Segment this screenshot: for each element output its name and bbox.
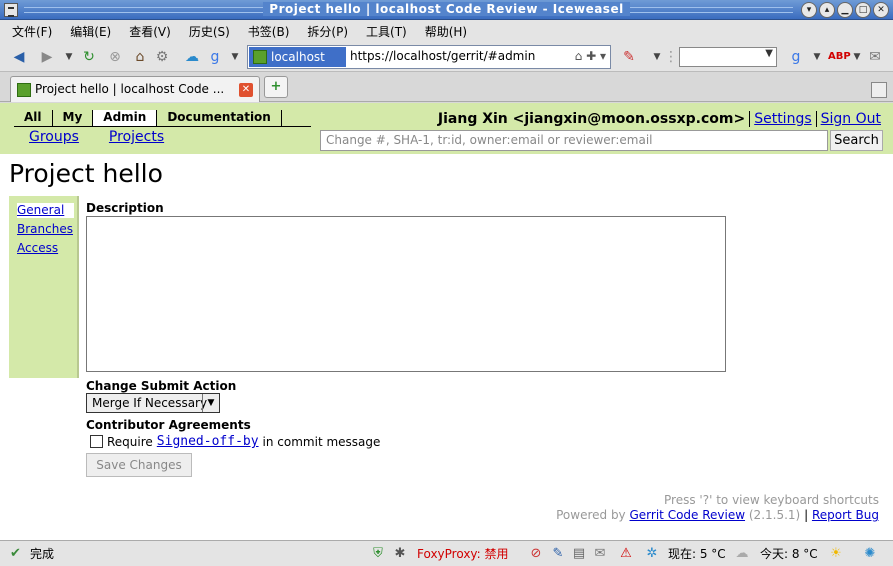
menu-view[interactable]: 查看(V): [129, 23, 171, 40]
sub-menu: Groups Projects: [29, 129, 164, 145]
home-icon[interactable]: ⌂: [131, 48, 149, 66]
tab-project-hello[interactable]: Project hello | localhost Code ... ✕: [10, 76, 260, 102]
tab-list-icon[interactable]: [871, 82, 887, 98]
menu-bar: 文件(F) 编辑(E) 查看(V) 历史(S) 书签(B) 拆分(P) 工具(T…: [0, 20, 893, 42]
menu-history[interactable]: 历史(S): [189, 23, 230, 40]
window-titlebar[interactable]: Project hello | localhost Code Review - …: [0, 0, 893, 20]
top-menu: All My Admin Documentation: [14, 110, 282, 126]
addon-icon[interactable]: ⚙: [153, 48, 171, 66]
submit-action-label: Change Submit Action: [86, 379, 237, 393]
menu-tools[interactable]: 工具(T): [366, 23, 407, 40]
sign-out-link[interactable]: Sign Out: [821, 111, 881, 127]
sun-icon: ☀: [830, 546, 842, 561]
tab-favicon-icon: [17, 83, 31, 97]
dragonfly-icon[interactable]: ✺: [862, 546, 878, 562]
require-signed-off-row: Require Signed-off-by in commit message: [90, 434, 380, 449]
url-bar[interactable]: localhost https://localhost/gerrit/#admi…: [247, 45, 611, 69]
page-title: Project hello: [9, 159, 163, 188]
report-bug-link[interactable]: Report Bug: [812, 508, 879, 522]
close-icon[interactable]: ✕: [873, 2, 889, 18]
status-bar: ✔ 完成 ⛨ ✱ FoxyProxy: 禁用 ⊘ ✎ ▤ ✉ ⚠ ✲ 现在: 5…: [0, 540, 893, 566]
feed-icon[interactable]: ✎: [620, 48, 638, 66]
signed-off-by-link[interactable]: Signed-off-by: [157, 434, 259, 449]
menu-bookmarks[interactable]: 书签(B): [248, 23, 290, 40]
require-signed-off-checkbox[interactable]: [90, 435, 103, 448]
submenu-groups[interactable]: Groups: [29, 129, 79, 145]
browser-search-input[interactable]: ▼: [679, 47, 777, 67]
topmenu-documentation[interactable]: Documentation: [157, 110, 282, 126]
stop-icon[interactable]: ⊗: [106, 48, 124, 66]
user-info: Jiang Xin <jiangxin@moon.ossxp.com> Sett…: [438, 111, 881, 127]
divider: [749, 111, 751, 127]
site-identity-button[interactable]: localhost: [249, 47, 346, 67]
page-icon[interactable]: ▤: [571, 546, 587, 562]
sidenav-access[interactable]: Access: [17, 241, 74, 256]
page-content: All My Admin Documentation Groups Projec…: [0, 103, 893, 540]
back-icon[interactable]: ◀: [10, 48, 28, 66]
google-dropdown-icon[interactable]: ▼: [226, 48, 244, 66]
mail-status-icon[interactable]: ✉: [592, 546, 608, 562]
adblock-dropdown-icon[interactable]: ▼: [848, 48, 866, 66]
new-tab-icon[interactable]: +: [264, 76, 288, 98]
menu-edit[interactable]: 编辑(E): [70, 23, 111, 40]
window-title: Project hello | localhost Code Review - …: [0, 2, 893, 16]
search-button[interactable]: Search: [830, 130, 883, 151]
cloud-sun-icon: ☁: [735, 546, 749, 561]
weather-now[interactable]: 现在: 5 °C: [668, 545, 726, 562]
topmenu-admin[interactable]: Admin: [93, 110, 158, 126]
change-search-input[interactable]: Change #, SHA-1, tr:id, owner:email or r…: [320, 130, 828, 151]
page-footer: Press '?' to view keyboard shortcuts Pow…: [556, 493, 879, 522]
reload-icon[interactable]: ↻: [80, 48, 98, 66]
description-textarea[interactable]: [86, 216, 726, 372]
gerrit-code-review-link[interactable]: Gerrit Code Review: [630, 508, 746, 522]
url-bar-icons[interactable]: ⌂ ✚ ▾: [575, 49, 606, 63]
status-done-icon: ✔: [10, 546, 21, 561]
submit-action-select[interactable]: Merge If Necessary ▼: [86, 393, 220, 413]
description-label: Description: [86, 201, 164, 215]
settings-link[interactable]: Settings: [754, 111, 811, 127]
maximize-icon[interactable]: □: [855, 2, 871, 18]
status-text: 完成: [30, 547, 55, 561]
history-dropdown-icon[interactable]: ▼: [60, 48, 78, 66]
adblock-icon[interactable]: ABP: [828, 48, 851, 66]
url-input[interactable]: https://localhost/gerrit/#admin: [350, 49, 545, 63]
sidenav-general[interactable]: General: [17, 203, 75, 218]
minimize-icon[interactable]: ▁: [837, 2, 853, 18]
chevron-down-icon: ▼: [202, 394, 219, 412]
search-engine-icon[interactable]: g: [787, 48, 805, 66]
menu-file[interactable]: 文件(F): [12, 23, 52, 40]
shade-icon[interactable]: ▾: [801, 2, 817, 18]
network-icon[interactable]: ✲: [644, 546, 660, 562]
tab-close-icon[interactable]: ✕: [239, 83, 253, 97]
forward-icon[interactable]: ▶: [38, 48, 56, 66]
divider: [815, 111, 817, 127]
menu-split[interactable]: 拆分(P): [307, 23, 348, 40]
google-icon[interactable]: g: [206, 48, 224, 66]
weather-today[interactable]: 今天: 8 °C: [760, 545, 818, 562]
block-icon[interactable]: ⊘: [528, 546, 544, 562]
topmenu-all[interactable]: All: [14, 110, 53, 126]
resize-handle-icon[interactable]: ⋮: [662, 48, 680, 66]
bug-icon[interactable]: ✱: [392, 546, 408, 562]
topmenu-my[interactable]: My: [53, 110, 94, 126]
submenu-projects[interactable]: Projects: [109, 129, 164, 145]
unshade-icon[interactable]: ▴: [819, 2, 835, 18]
admin-sidenav: General Branches Access: [17, 203, 75, 260]
save-changes-button[interactable]: Save Changes: [86, 453, 192, 477]
topmenu-divider: [14, 126, 311, 127]
cloud-icon[interactable]: ☁: [183, 48, 201, 66]
user-name: Jiang Xin <jiangxin@moon.ossxp.com>: [437, 111, 746, 127]
menu-help[interactable]: 帮助(H): [425, 23, 467, 40]
shield-icon[interactable]: ⛨: [370, 546, 386, 562]
site-favicon-icon: [253, 50, 267, 64]
mail-icon[interactable]: ✉: [866, 48, 884, 66]
shortcuts-hint: Press '?' to view keyboard shortcuts: [664, 493, 879, 507]
warning-icon[interactable]: ⚠: [618, 546, 634, 562]
foxyproxy-status[interactable]: FoxyProxy: 禁用: [417, 545, 509, 562]
feed-status-icon[interactable]: ✎: [550, 546, 566, 562]
sidenav-branches[interactable]: Branches: [17, 222, 74, 237]
contributor-agreements-label: Contributor Agreements: [86, 418, 251, 432]
gerrit-header: All My Admin Documentation Groups Projec…: [0, 103, 893, 154]
search-engine-dropdown-icon[interactable]: ▼: [808, 48, 826, 66]
